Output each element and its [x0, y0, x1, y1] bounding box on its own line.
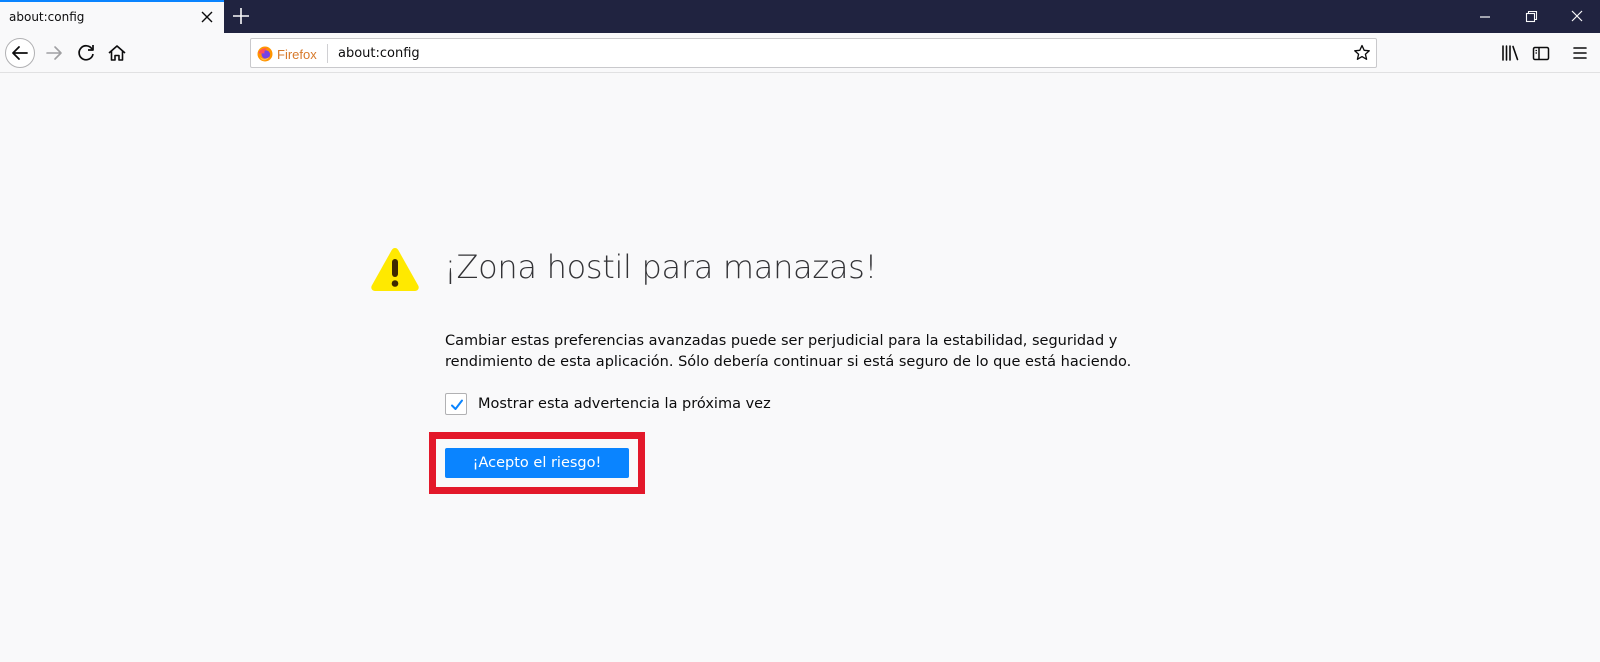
show-warning-label[interactable]: Mostrar esta advertencia la próxima vez [478, 396, 771, 412]
checkmark-icon [451, 399, 463, 410]
close-window-icon[interactable] [1554, 0, 1600, 33]
warning-description: Cambiar estas preferencias avanzadas pue… [445, 333, 1132, 370]
tab-title: about:config [9, 10, 85, 24]
firefox-logo-icon [257, 46, 273, 62]
show-warning-checkbox-row[interactable]: Mostrar esta advertencia la próxima vez [445, 393, 771, 415]
bookmark-star-icon[interactable] [1352, 43, 1372, 63]
url-bar[interactable]: Firefox about:config [250, 38, 1377, 68]
forward-icon[interactable] [38, 37, 70, 69]
menu-icon[interactable] [1564, 37, 1596, 69]
home-icon[interactable] [101, 37, 133, 69]
tab-strip: about:config [0, 0, 1600, 33]
accept-risk-button[interactable]: ¡Acepto el riesgo! [445, 448, 629, 478]
tab-about-config[interactable]: about:config [0, 0, 224, 33]
url-separator [327, 44, 328, 63]
close-icon[interactable] [198, 8, 216, 26]
nav-toolbar: Firefox about:config [0, 33, 1600, 73]
sidebar-icon[interactable] [1525, 37, 1557, 69]
url-text[interactable]: about:config [338, 46, 420, 61]
minimize-icon[interactable] [1462, 0, 1508, 33]
warning-icon [371, 248, 419, 291]
identity-label: Firefox [277, 46, 317, 62]
back-icon[interactable] [4, 37, 36, 69]
show-warning-checkbox[interactable] [445, 393, 467, 415]
identity-box[interactable]: Firefox [257, 45, 317, 63]
new-tab-icon[interactable] [230, 5, 252, 27]
library-icon[interactable] [1494, 37, 1526, 69]
page-title: ¡Zona hostil para manazas! [444, 248, 878, 286]
reload-icon[interactable] [70, 37, 102, 69]
restore-icon[interactable] [1508, 0, 1554, 33]
